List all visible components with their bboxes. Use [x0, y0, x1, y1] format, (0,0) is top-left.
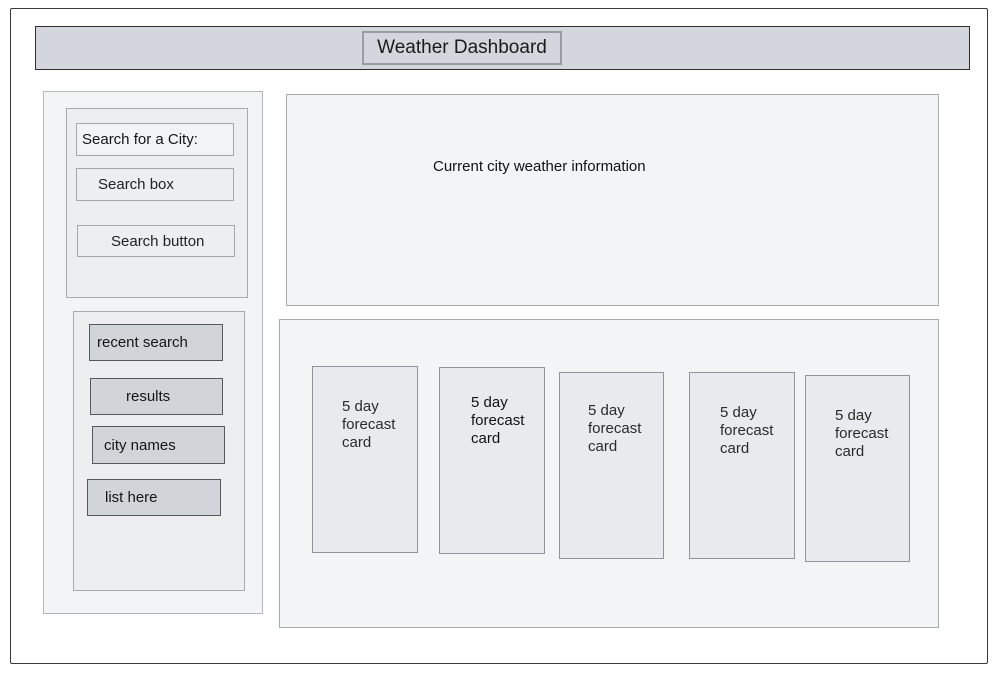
history-item[interactable]: results [90, 378, 223, 415]
forecast-card: 5 day forecast card [805, 375, 910, 562]
history-item[interactable]: list here [87, 479, 221, 516]
page-title: Weather Dashboard [362, 31, 562, 65]
current-weather-panel [286, 94, 939, 306]
forecast-card: 5 day forecast card [312, 366, 418, 553]
forecast-card: 5 day forecast card [559, 372, 664, 559]
history-item[interactable]: city names [92, 426, 225, 464]
current-weather-text: Current city weather information [433, 158, 646, 175]
forecast-card: 5 day forecast card [439, 367, 545, 554]
history-item[interactable]: recent search [89, 324, 223, 361]
search-button[interactable]: Search button [77, 225, 235, 257]
forecast-card: 5 day forecast card [689, 372, 795, 559]
search-label: Search for a City: [76, 123, 234, 156]
search-input[interactable]: Search box [76, 168, 234, 201]
